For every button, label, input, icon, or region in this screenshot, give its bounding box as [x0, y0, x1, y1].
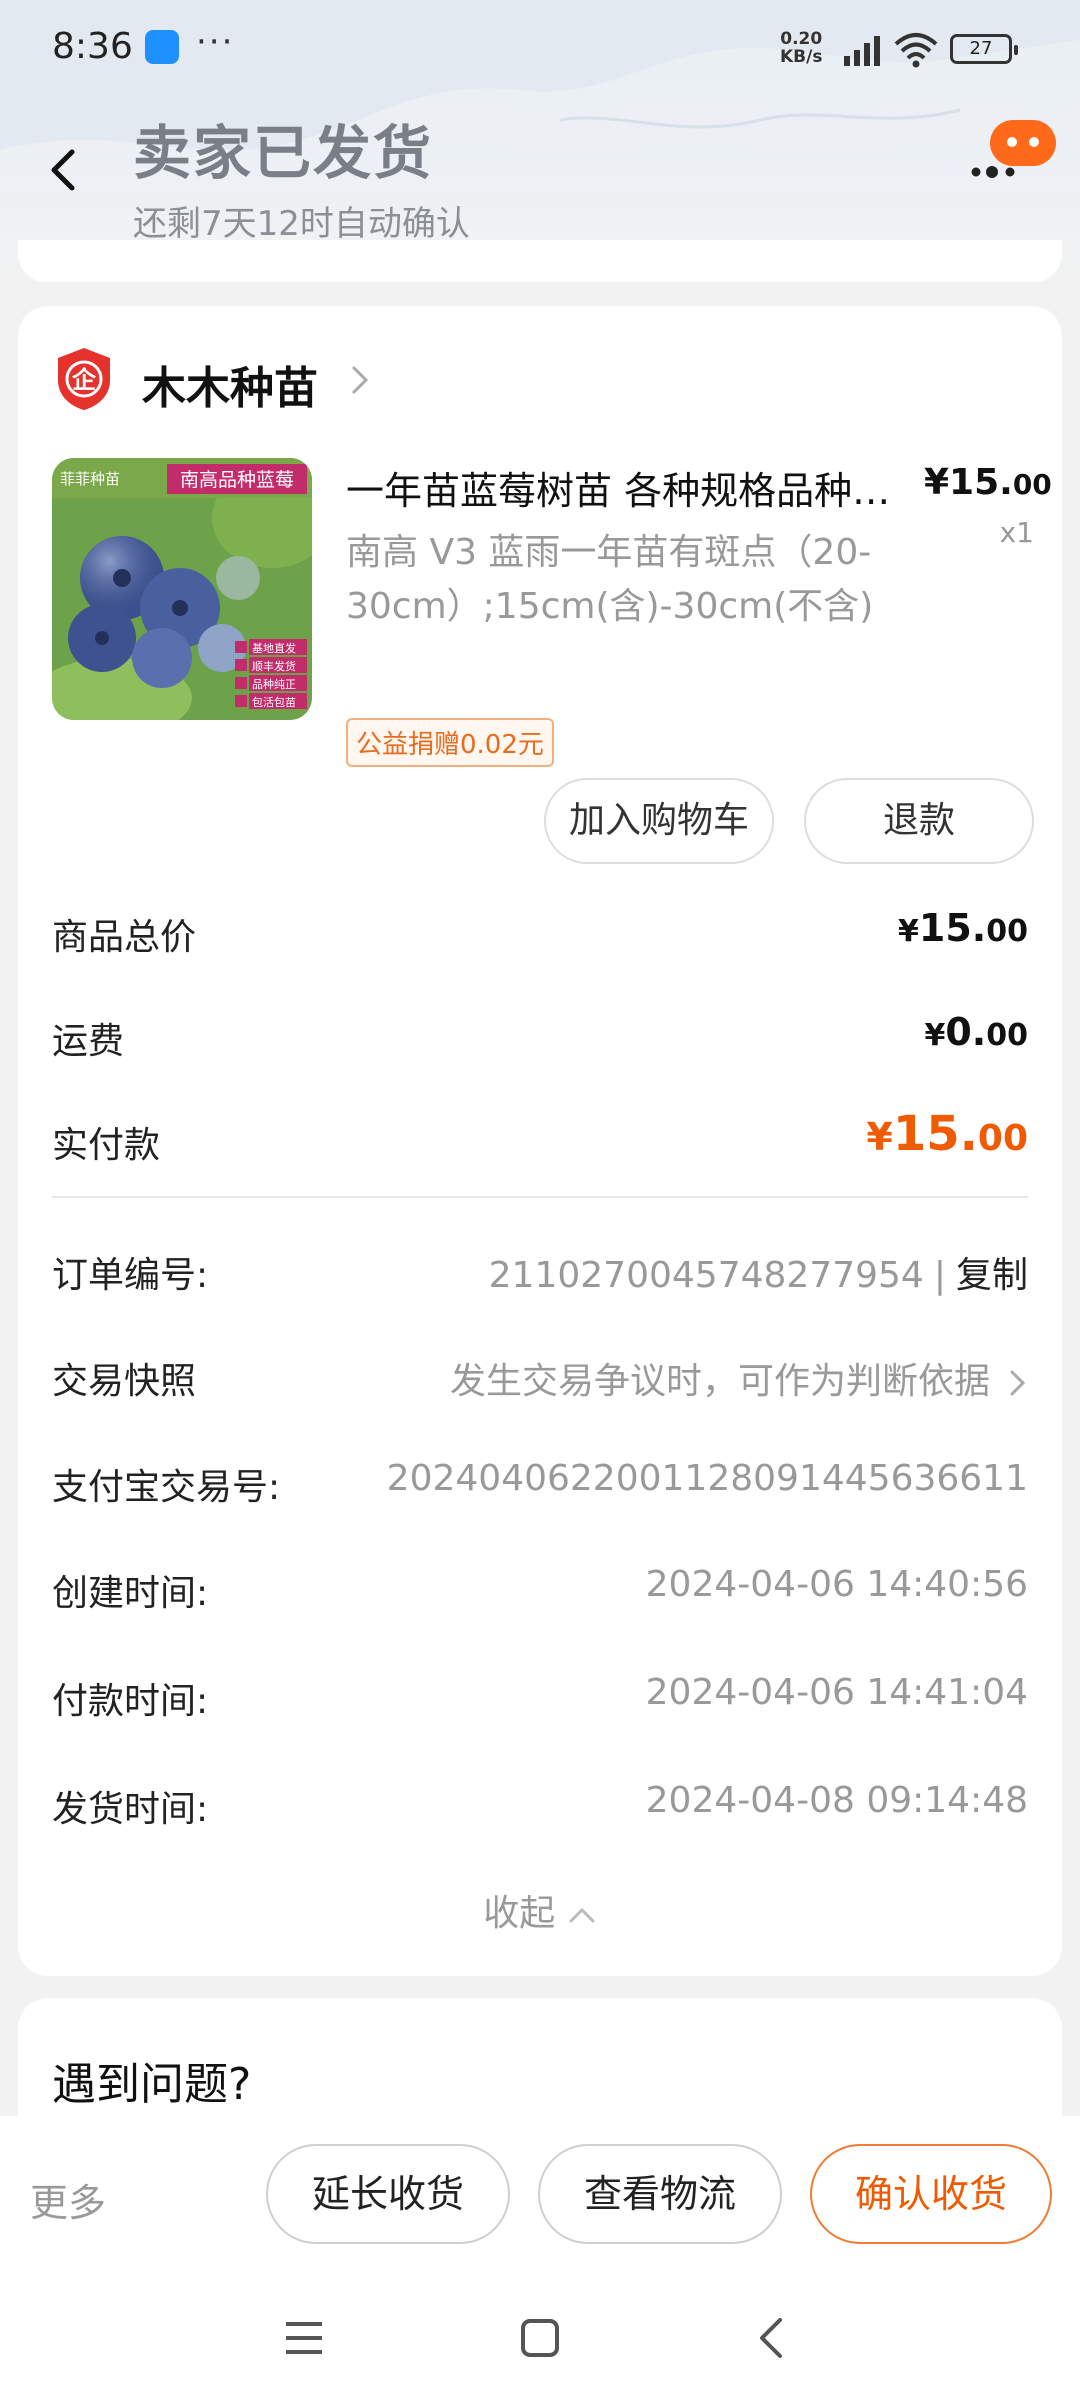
shop-badge-char: 企: [72, 366, 97, 394]
extend-receipt-button[interactable]: 延长收货: [266, 2144, 510, 2244]
product-spec: 南高 V3 蓝雨一年苗有斑点（20-30cm）;15cm(含)-30cm(不含): [346, 532, 874, 627]
alipay-number: 2024040622001128091445636611: [386, 1458, 1028, 1499]
goods-total-dec: 00: [986, 914, 1028, 949]
more-button[interactable]: 更多: [30, 2172, 106, 2227]
network-speed: 0.20 KB/s: [780, 30, 822, 66]
separator: |: [933, 1255, 946, 1296]
payment-time: 2024-04-06 14:41:04: [645, 1672, 1028, 1713]
signal-icon: [844, 36, 880, 66]
paid-amount-dec: 00: [977, 1118, 1028, 1159]
menu-icon[interactable]: [282, 2318, 326, 2358]
snapshot-hint: 发生交易争议时，可作为判断依据: [449, 1361, 990, 1402]
back-icon[interactable]: [756, 2316, 786, 2360]
chevron-up-icon: [569, 1907, 595, 1923]
order-number-label: 订单编号:: [52, 1255, 209, 1296]
battery-icon: 27: [950, 34, 1018, 64]
enterprise-shop-icon: 企: [58, 348, 110, 410]
order-number: 2110270045748277954: [488, 1255, 924, 1296]
created-time-label: 创建时间:: [52, 1573, 209, 1614]
paid-amount-value: ¥15.00: [866, 1106, 1028, 1162]
shipped-time: 2024-04-08 09:14:48: [645, 1780, 1028, 1821]
back-button[interactable]: [40, 140, 90, 200]
chevron-right-icon[interactable]: [348, 360, 372, 400]
product-price-int: ¥15.: [924, 462, 1013, 503]
goods-total-value: ¥15.00: [898, 906, 1028, 950]
chat-more-button[interactable]: [968, 118, 1058, 188]
help-title: 遇到问题?: [52, 2059, 252, 2110]
order-number-row: 2110270045748277954 | 复制: [489, 1246, 1028, 1298]
snapshot-link[interactable]: 发生交易争议时，可作为判断依据: [450, 1352, 1028, 1404]
paid-amount-label: 实付款: [52, 1125, 161, 1166]
system-nav-bar: [0, 2280, 1080, 2400]
previous-card-edge: [18, 240, 1062, 282]
currency-symbol: ¥: [924, 1018, 946, 1053]
confirm-receipt-button[interactable]: 确认收货: [810, 2144, 1052, 2244]
shipping-label: 运费: [52, 1021, 125, 1062]
collapse-label: 收起: [483, 1893, 556, 1934]
alipay-number-label: 支付宝交易号:: [52, 1467, 281, 1508]
product-image-tag: 顺丰发货: [252, 659, 296, 673]
payment-time-label: 付款时间:: [52, 1681, 209, 1722]
auto-confirm-countdown: 还剩7天12时自动确认: [133, 204, 470, 244]
product-image-tag: 包活包苗: [252, 696, 296, 709]
created-time: 2024-04-06 14:40:56: [645, 1564, 1028, 1605]
view-logistics-button[interactable]: 查看物流: [538, 2144, 782, 2244]
product-title[interactable]: 一年苗蓝莓树苗 各种规格品种齐全: [346, 460, 906, 515]
shipping-dec: 00: [986, 1018, 1028, 1053]
bottom-action-bar: 更多 延长收货 查看物流 确认收货: [0, 2116, 1080, 2280]
net-speed-value: 0.20: [780, 29, 823, 49]
product-image-tag: 品种纯正: [252, 677, 296, 691]
shipped-time-label: 发货时间:: [52, 1789, 209, 1830]
product-price: ¥15.00: [924, 462, 1052, 503]
copy-order-button[interactable]: 复制: [956, 1255, 1028, 1296]
currency-symbol: ¥: [866, 1115, 893, 1159]
product-image-tag: 基地直发: [252, 641, 296, 655]
chevron-right-icon: [1010, 1370, 1026, 1396]
shop-name[interactable]: 木木种苗: [142, 352, 318, 416]
paid-amount-int: 15.: [892, 1106, 978, 1162]
status-bar: 8:36 ··· 0.20 KB/s 27: [0, 0, 1080, 100]
more-notifications-icon: ···: [196, 22, 235, 62]
product-quantity: x1: [999, 516, 1034, 549]
app-notification-icon: [145, 30, 179, 64]
product-image-logo: 菲菲种苗: [60, 470, 120, 488]
collapse-button[interactable]: 收起: [18, 1884, 1062, 1936]
product-price-dec: 00: [1012, 468, 1052, 501]
goods-total-label: 商品总价: [52, 917, 197, 958]
refund-button[interactable]: 退款: [804, 778, 1034, 864]
currency-symbol: ¥: [898, 914, 919, 949]
home-icon[interactable]: [520, 2318, 560, 2358]
snapshot-label: 交易快照: [52, 1361, 197, 1402]
shipping-int: 0.: [945, 1010, 987, 1054]
summary-divider: [52, 1196, 1028, 1198]
status-time: 8:36: [52, 26, 133, 67]
product-image-banner: 南高品种蓝莓: [180, 469, 294, 491]
add-to-cart-button[interactable]: 加入购物车: [544, 778, 774, 864]
order-card: 企 木木种苗 菲菲种苗 南高品种蓝莓 基地直发 顺丰发货 品种纯正 包活包苗 一…: [18, 306, 1062, 1976]
shipping-value: ¥0.00: [924, 1010, 1028, 1054]
order-status-title: 卖家已发货: [133, 119, 434, 187]
net-speed-unit: KB/s: [780, 47, 823, 67]
product-image[interactable]: 菲菲种苗 南高品种蓝莓 基地直发 顺丰发货 品种纯正 包活包苗: [52, 458, 312, 720]
goods-total-int: 15.: [918, 906, 987, 950]
wifi-icon: [894, 33, 938, 68]
donation-badge: 公益捐赠0.02元: [346, 718, 554, 767]
